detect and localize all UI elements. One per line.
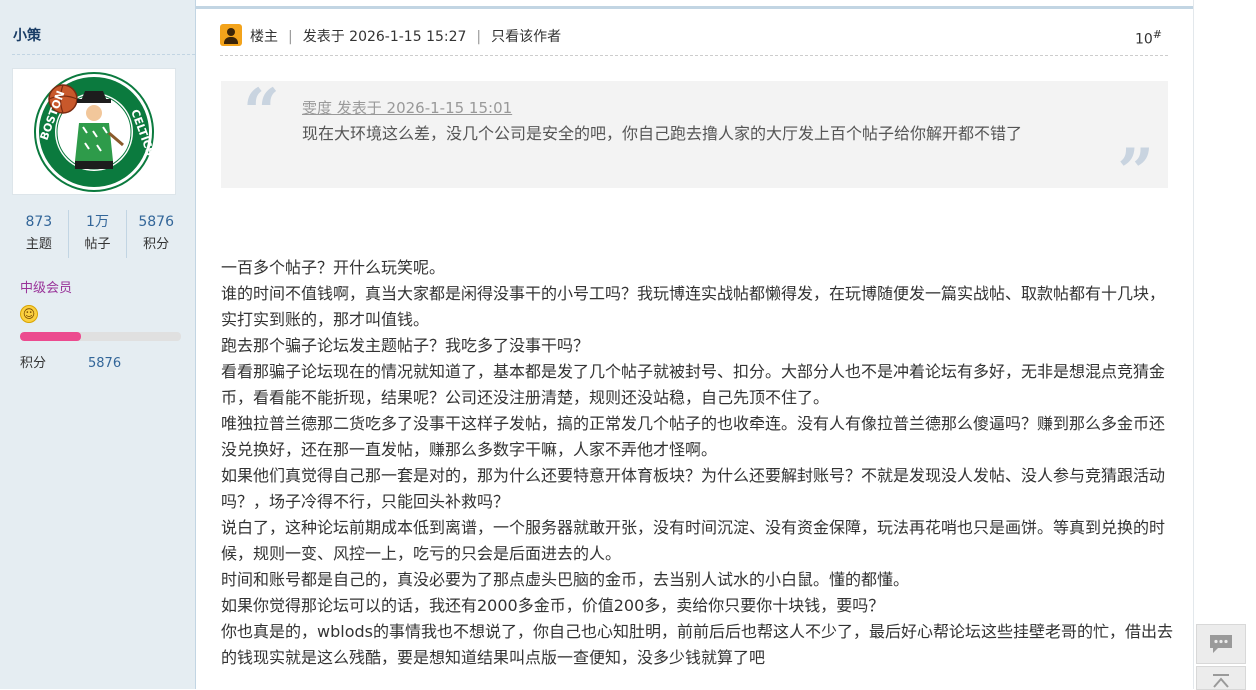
quote-author-link[interactable]: 雯度 发表于 2026-1-15 15:01 (302, 97, 512, 118)
stat-threads-label: 主题 (25, 237, 52, 252)
member-level-link[interactable]: 中级会员 (20, 277, 72, 296)
thread-starter-icon (220, 24, 242, 46)
user-stats: 873 主题 1万 帖子 5876 积分 (10, 210, 185, 258)
celtics-logo-icon: BOSTON CELTICS (34, 71, 155, 192)
credit-label: 积分 (20, 356, 47, 371)
floor-number: 10 (1134, 31, 1153, 48)
meta-divider: | (476, 29, 482, 45)
post-paragraph: 你也真是的，wblods的事情我也不想说了，你自己也心知肚明，前前后后也帮这人不… (221, 622, 1173, 667)
floor-suffix: # (1152, 28, 1162, 41)
stat-credits[interactable]: 5876 积分 (127, 210, 185, 258)
post-paragraph: 一百多个帖子？开什么玩笑呢。 (221, 258, 446, 277)
page-right-border (1193, 0, 1194, 689)
smiley-level-icon: ☺ (20, 305, 38, 323)
meta-divider: | (288, 29, 293, 45)
stat-threads-value: 873 (25, 214, 53, 230)
post-top-border (196, 6, 1193, 9)
post-paragraph: 如果他们真觉得自己那一套是对的，那为什么还要特意开体育板块？为什么还要解封账号？… (221, 466, 1166, 511)
post-meta: 楼主 | 发表于 2026-1-15 15:27 | 只看该作者 (250, 26, 561, 46)
reply-float-button[interactable] (1196, 624, 1246, 664)
arrow-up-icon (1213, 674, 1229, 688)
user-name-link[interactable]: 小策 (13, 25, 41, 45)
post-paragraph: 跑去那个骗子论坛发主题帖子？我吃多了没事干吗？ (221, 336, 590, 355)
stat-credits-label: 积分 (143, 237, 170, 252)
post-paragraph: 如果你觉得那论坛可以的话，我还有2000多金币，价值200多，卖给你只要你十块钱… (221, 596, 885, 615)
op-label: 楼主 (250, 29, 278, 45)
back-to-top-button[interactable] (1196, 666, 1246, 690)
quote-block: “ 雯度 发表于 2026-1-15 15:01 现在大环境这么差，没几个公司是… (221, 75, 1168, 205)
post-paragraph: 谁的时间不值钱啊，真当大家都是闲得没事干的小号工吗？我玩博连实战帖都懒得发，在玩… (221, 284, 1166, 329)
user-sidebar: 小策 BOSTON CELTICS 873 主题 1万 帖子 5876 积分 中… (0, 0, 196, 689)
level-progress-bar (20, 332, 181, 341)
post-content: 一百多个帖子？开什么玩笑呢。 谁的时间不值钱啊，真当大家都是闲得没事干的小号工吗… (221, 255, 1176, 671)
post-timestamp: 发表于 2026-1-15 15:27 (302, 29, 467, 45)
post-header: 楼主 | 发表于 2026-1-15 15:27 | 只看该作者 10# (220, 22, 1168, 50)
floor-number-link[interactable]: 10# (1135, 28, 1162, 48)
sidebar-divider (12, 54, 195, 55)
only-author-link[interactable]: 只看该作者 (491, 29, 561, 45)
quote-close-icon: ” (1117, 135, 1154, 210)
stat-credits-value: 5876 (138, 214, 174, 230)
level-progress-fill (20, 332, 82, 341)
credit-row: 积分 5876 (20, 352, 121, 371)
credit-value: 5876 (88, 356, 122, 371)
quote-open-icon: “ (243, 75, 280, 150)
stat-posts-label: 帖子 (84, 237, 111, 252)
quote-text: 现在大环境这么差，没几个公司是安全的吧，你自己跑去撸人家的大厅发上百个帖子给你解… (302, 124, 1023, 143)
post-paragraph: 唯独拉普兰德那二货吃多了没事干这样子发帖，搞的正常发几个帖子的也收牵连。没有人有… (221, 414, 1166, 459)
post-paragraph: 时间和账号都是自己的，真没必要为了那点虚头巴脑的金币，去当别人试水的小白鼠。懂的… (221, 570, 910, 589)
post-paragraph: 说白了，这种论坛前期成本低到离谱，一个服务器就敢开张，没有时间沉淀、没有资金保障… (221, 518, 1166, 563)
post-header-divider (220, 55, 1168, 56)
comment-icon (1210, 635, 1232, 653)
stat-posts-value: 1万 (86, 214, 109, 230)
post-paragraph: 看看那骗子论坛现在的情况就知道了，基本都是发了几个帖子就被封号、扣分。大部分人也… (221, 362, 1166, 407)
avatar[interactable]: BOSTON CELTICS (12, 68, 176, 195)
stat-posts[interactable]: 1万 帖子 (69, 210, 128, 258)
stat-threads[interactable]: 873 主题 (10, 210, 69, 258)
